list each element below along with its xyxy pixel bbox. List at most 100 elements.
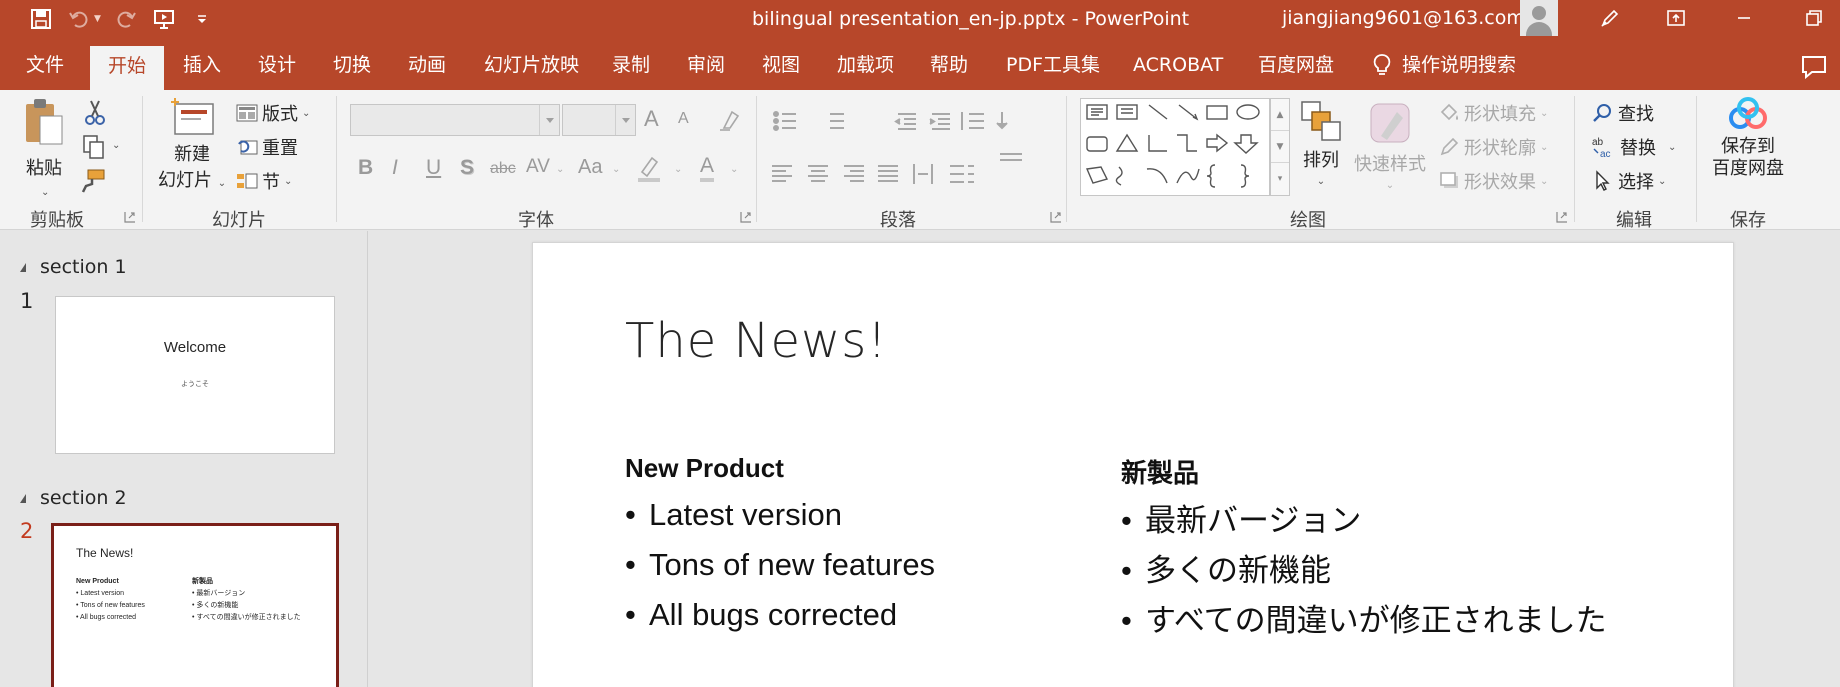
present-from-beginning-icon[interactable] [151,6,177,32]
tab-review[interactable]: 审阅 [687,48,725,82]
avatar[interactable] [1520,0,1558,36]
copy-icon[interactable] [82,134,106,160]
ribbon-display-options-icon[interactable] [1662,4,1690,32]
change-case-dropdown-icon[interactable]: ⌄ [612,164,620,175]
slides-group-label: 幻灯片 [212,210,266,231]
select-button[interactable]: 选择 ⌄ [1592,168,1666,194]
quick-styles-label: 快速样式 [1354,154,1426,175]
pen-icon[interactable] [1596,4,1624,32]
paste-dropdown-icon[interactable]: ⌄ [41,187,49,198]
quick-styles-button[interactable]: 快速样式 ⌄ [1354,100,1426,191]
copy-dropdown-icon[interactable]: ⌄ [112,140,120,151]
redo-icon[interactable] [113,6,139,32]
tab-view[interactable]: 视图 [762,48,800,82]
tab-file[interactable]: 文件 [26,48,64,82]
tab-design[interactable]: 设计 [258,48,296,82]
clipboard-icon [26,99,63,145]
drawing-launcher-icon[interactable] [1556,211,1568,223]
save-icon[interactable] [28,6,54,32]
character-spacing-dropdown-icon[interactable]: ⌄ [556,164,564,175]
slide-title[interactable]: The News! [625,313,887,369]
tab-acrobat[interactable]: ACROBAT [1133,48,1223,82]
shape-outline-button[interactable]: 形状轮廓 ⌄ [1438,134,1548,160]
right-content-placeholder[interactable]: 新製品 • 最新バージョン • 多くの新機能 • すべての間違いが修正されました [1121,453,1607,646]
minimize-icon[interactable] [1730,4,1758,32]
arrange-button[interactable]: 排列 ⌄ [1300,100,1342,187]
section-header-1[interactable]: section 1 [20,256,127,278]
tab-help[interactable]: 帮助 [930,48,968,82]
baidu-netdisk-icon [1729,97,1767,129]
shape-fill-label: 形状填充 [1464,104,1536,125]
font-color-dropdown-icon[interactable]: ⌄ [730,164,738,175]
layout-button[interactable]: 版式 ⌄ [236,100,310,126]
collapse-triangle-icon[interactable] [20,262,26,272]
comments-icon[interactable] [1800,54,1828,80]
paragraph-launcher-icon[interactable] [1050,211,1062,223]
gallery-more-icon[interactable]: ▾ [1271,163,1289,195]
grow-font-icon[interactable]: A [644,106,659,132]
reset-button[interactable]: 重置 [236,134,298,160]
slide-thumbnail-2[interactable]: The News! New Product • Latest version •… [51,523,339,687]
character-spacing-button[interactable]: AV [526,156,550,178]
ribbon: 粘贴 ⌄ ⌄ 剪贴板 新建 幻灯片 ⌄ 版式 ⌄ 重置 节 ⌄ 幻灯片 A A B … [0,90,1840,231]
format-painter-icon[interactable] [80,168,106,194]
section-header-2[interactable]: section 2 [20,487,127,509]
highlight-dropdown-icon[interactable]: ⌄ [674,164,682,175]
strikethrough-button[interactable]: abc [490,160,516,178]
restore-icon[interactable] [1800,4,1828,32]
shrink-font-icon[interactable]: A [678,110,689,128]
tab-pdf-tools[interactable]: PDF工具集 [1006,48,1100,82]
paragraph-group-label: 段落 [880,210,916,231]
clipboard-launcher-icon[interactable] [124,211,136,223]
ribbon-tabs: 文件 开始 插入 设计 切换 动画 幻灯片放映 录制 审阅 视图 加载项 帮助 … [0,38,1840,90]
shape-effects-button[interactable]: 形状效果 ⌄ [1438,168,1548,194]
new-slide-button[interactable]: 新建 幻灯片 ⌄ [158,96,226,192]
clear-formatting-icon[interactable] [718,108,742,132]
tab-slideshow[interactable]: 幻灯片放映 [484,48,579,82]
user-account[interactable]: jiangjiang9601@163.com [1282,7,1525,29]
tell-me-search[interactable]: 操作说明搜索 [1372,48,1516,82]
tab-animations[interactable]: 动画 [408,48,446,82]
bold-button[interactable]: B [358,156,373,180]
new-slide-label-1: 新建 [174,144,211,165]
section-button[interactable]: 节 ⌄ [236,168,292,194]
shapes-gallery[interactable] [1080,98,1270,196]
list-item: • すべての間違いが修正されました [1121,603,1607,638]
undo-dropdown-icon[interactable]: ▼ [94,14,101,24]
tab-insert[interactable]: 插入 [183,48,221,82]
scroll-down-icon[interactable]: ▼ [1271,131,1289,163]
paragraph-controls[interactable] [772,108,1032,194]
font-name-combo[interactable] [350,104,560,136]
left-content-placeholder[interactable]: New Product • Latest version • Tons of new… [625,453,935,640]
save-to-baidu-button[interactable]: 保存到 百度网盘 [1712,96,1784,180]
replace-button[interactable]: ab ac 替换 ⌄ [1592,134,1676,160]
drawing-group-label: 绘图 [1290,210,1326,231]
shapes-gallery-scroll[interactable]: ▲ ▼ ▾ [1270,98,1290,196]
underline-button[interactable]: U [426,156,441,180]
tab-baidu-netdisk[interactable]: 百度网盘 [1258,48,1334,82]
highlight-color-icon[interactable] [636,154,662,184]
undo-icon[interactable] [66,6,92,32]
text-shadow-button[interactable]: S [460,156,474,180]
scroll-up-icon[interactable]: ▲ [1271,99,1289,131]
right-column-header: 新製品 [1121,458,1200,488]
change-case-button[interactable]: Aa [578,156,602,179]
new-slide-label-2: 幻灯片 [158,170,212,191]
tab-transitions[interactable]: 切换 [333,48,371,82]
tab-home[interactable]: 开始 [90,46,165,90]
slide-thumbnail-1[interactable]: Welcome ようこそ [55,296,335,454]
collapse-triangle-icon[interactable] [20,493,26,503]
tab-record[interactable]: 录制 [612,48,650,82]
font-launcher-icon[interactable] [740,211,752,223]
italic-button[interactable]: I [392,156,398,180]
shape-fill-button[interactable]: 形状填充 ⌄ [1438,100,1548,126]
customize-qat-icon[interactable] [189,6,215,32]
svg-text:ac: ac [1600,149,1611,159]
slide-canvas[interactable]: The News! New Product • Latest version • T… [532,242,1734,687]
paste-button[interactable]: 粘贴 [22,96,66,180]
tab-addins[interactable]: 加载项 [837,48,894,82]
font-color-button[interactable]: A [700,154,715,182]
find-button[interactable]: 查找 [1592,100,1654,126]
font-size-combo[interactable] [562,104,636,136]
cut-icon[interactable] [84,98,106,126]
